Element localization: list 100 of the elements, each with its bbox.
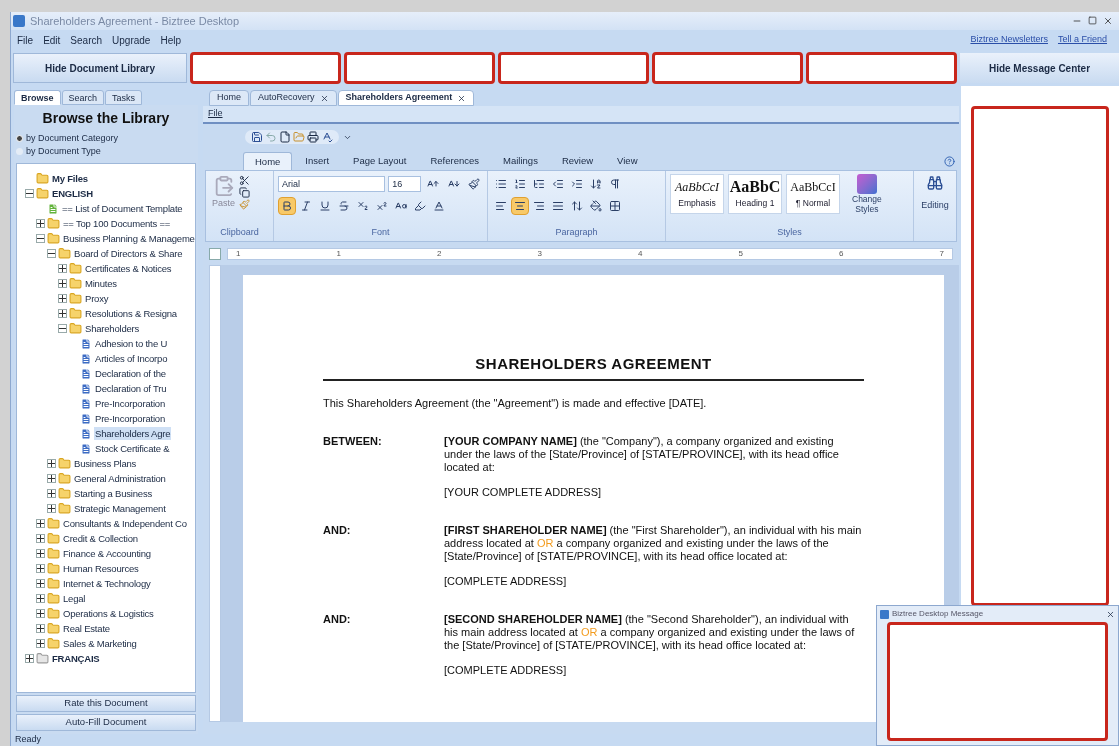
tree-item[interactable]: Shareholders <box>84 322 141 335</box>
tree-item[interactable]: Business Plans <box>73 457 138 470</box>
collapse-toggle[interactable] <box>47 249 56 258</box>
tree-item[interactable]: Sales & Marketing <box>62 637 138 650</box>
hide-message-center-button[interactable]: Hide Message Center <box>960 53 1119 83</box>
tree-item[interactable]: Resolutions & Resigna <box>84 307 178 320</box>
help-icon[interactable] <box>944 156 955 167</box>
tree-item[interactable]: Shareholders Agre <box>94 427 172 440</box>
tree-item[interactable]: Finance & Accounting <box>62 547 152 560</box>
radio-button[interactable] <box>16 148 23 155</box>
tree-item[interactable]: Certificates & Notices <box>84 262 173 275</box>
tree-item[interactable]: Business Planning & Manageme <box>62 232 196 245</box>
library-button[interactable]: Rate this Document <box>16 695 196 712</box>
collapse-toggle[interactable] <box>58 324 67 333</box>
expand-toggle[interactable] <box>36 639 45 648</box>
document-tab[interactable]: AutoRecovery <box>250 90 337 106</box>
collapse-toggle[interactable] <box>25 189 34 198</box>
menu-item[interactable]: Search <box>70 32 103 48</box>
library-tab[interactable]: Tasks <box>105 90 143 105</box>
tree-item[interactable]: Starting a Business <box>73 487 154 500</box>
tree-item[interactable]: Articles of Incorpo <box>94 352 169 365</box>
expand-toggle[interactable] <box>58 279 67 288</box>
tree-item[interactable]: Real Estate <box>62 622 111 635</box>
ribbon-tab[interactable]: Page Layout <box>342 152 418 170</box>
spellcheck-icon[interactable] <box>321 131 333 143</box>
change-styles-button[interactable]: Change Styles <box>852 194 882 214</box>
font-size-field[interactable]: 16 <box>388 176 422 192</box>
align-center-icon[interactable] <box>511 197 529 215</box>
expand-toggle[interactable] <box>47 489 56 498</box>
library-tab[interactable]: Search <box>61 90 105 105</box>
shading-icon[interactable] <box>587 197 605 215</box>
expand-toggle[interactable] <box>36 564 45 573</box>
tree-item[interactable]: Human Resources <box>62 562 140 575</box>
style-preset[interactable]: AaBbCcI ¶ Normal <box>786 174 840 214</box>
clear-format-icon[interactable] <box>465 175 483 193</box>
print-icon[interactable] <box>307 131 319 143</box>
expand-toggle[interactable] <box>58 294 67 303</box>
hide-library-button[interactable]: Hide Document Library <box>13 53 187 83</box>
close-icon[interactable] <box>319 93 329 103</box>
menu-item[interactable]: Upgrade <box>112 32 151 48</box>
tree-item[interactable]: Operations & Logistics <box>62 607 155 620</box>
tree-item[interactable]: Adhesion to the U <box>94 337 169 350</box>
ribbon-tab[interactable]: View <box>606 152 649 170</box>
tree-item[interactable]: Legal <box>62 592 87 605</box>
close-icon[interactable] <box>1103 16 1113 26</box>
tree-item[interactable]: Declaration of Tru <box>94 382 168 395</box>
tree-item[interactable]: General Administration <box>73 472 167 485</box>
save-icon[interactable] <box>251 131 263 143</box>
tree-item[interactable]: == Top 100 Documents == <box>62 217 172 230</box>
styles-icon[interactable] <box>856 174 877 194</box>
expand-toggle[interactable] <box>36 594 45 603</box>
style-preset[interactable]: AaBbCcI Emphasis <box>670 174 724 214</box>
style-preset[interactable]: AaBbC Heading 1 <box>728 174 782 214</box>
tree-item[interactable]: Pre-Incorporation <box>94 397 166 410</box>
cut-icon[interactable] <box>239 175 250 186</box>
expand-toggle[interactable] <box>25 654 34 663</box>
new-document-icon[interactable] <box>279 131 291 143</box>
expand-toggle[interactable] <box>36 624 45 633</box>
file-menu[interactable]: File <box>208 107 223 121</box>
tree-item[interactable]: FRANÇAIS <box>51 652 101 665</box>
editing-button[interactable]: Editing <box>921 199 949 213</box>
close-icon[interactable] <box>457 93 467 103</box>
library-tab[interactable]: Browse <box>14 90 61 105</box>
tree-item[interactable]: Internet & Technology <box>62 577 152 590</box>
tree-item[interactable]: Board of Directors & Share <box>73 247 184 260</box>
expand-toggle[interactable] <box>36 609 45 618</box>
link[interactable]: Biztree Newsletters <box>970 33 1048 47</box>
close-icon[interactable] <box>1106 609 1115 619</box>
ribbon-tab[interactable]: References <box>419 152 491 170</box>
link[interactable]: Tell a Friend <box>1057 33 1107 47</box>
document-tab[interactable]: Home <box>209 90 249 106</box>
expand-toggle[interactable] <box>36 579 45 588</box>
radio-button[interactable] <box>16 135 23 142</box>
expand-toggle[interactable] <box>36 534 45 543</box>
tree-item[interactable]: Strategic Management <box>73 502 167 515</box>
expand-toggle[interactable] <box>36 219 45 228</box>
expand-toggle[interactable] <box>47 504 56 513</box>
copy-icon[interactable] <box>239 187 250 198</box>
tree-item[interactable]: Declaration of the <box>94 367 167 380</box>
tree-item[interactable]: Minutes <box>84 277 118 290</box>
bold-icon[interactable] <box>278 197 296 215</box>
find-icon[interactable] <box>927 175 943 191</box>
expand-toggle[interactable] <box>47 459 56 468</box>
menu-item[interactable]: File <box>17 32 34 48</box>
library-button[interactable]: Auto-Fill Document <box>16 714 196 731</box>
ribbon-tab[interactable]: Insert <box>294 152 341 170</box>
collapse-toggle[interactable] <box>36 234 45 243</box>
tree-item[interactable]: == List of Document Template <box>61 202 184 215</box>
menu-item[interactable]: Edit <box>43 32 61 48</box>
tree-item[interactable]: Proxy <box>84 292 110 305</box>
ribbon-tab[interactable]: Home <box>243 152 293 170</box>
ribbon-tab[interactable]: Mailings <box>492 152 549 170</box>
tree-item[interactable]: My Files <box>51 172 89 185</box>
tree-item[interactable]: Stock Certificate & <box>94 442 171 455</box>
expand-toggle[interactable] <box>47 474 56 483</box>
tree-item[interactable]: Consultants & Independent Co <box>62 517 188 530</box>
expand-toggle[interactable] <box>58 309 67 318</box>
font-name-field[interactable]: Arial <box>278 176 386 192</box>
expand-toggle[interactable] <box>36 549 45 558</box>
expand-toggle[interactable] <box>36 519 45 528</box>
